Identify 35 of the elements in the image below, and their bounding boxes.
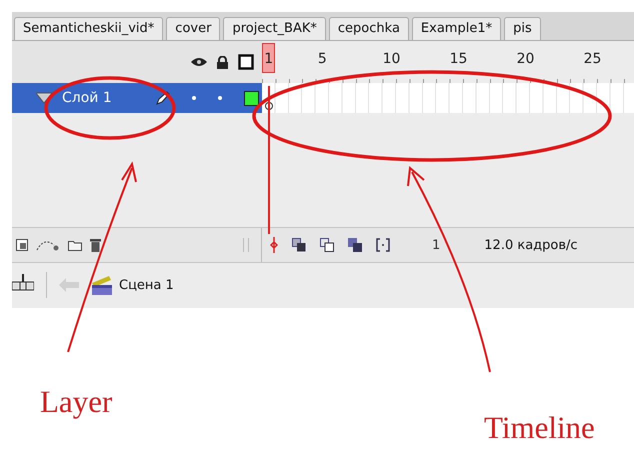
scene-link[interactable]: Сцена 1 <box>119 278 174 292</box>
clapperboard-icon[interactable] <box>91 274 113 296</box>
playhead-frame[interactable]: 1 <box>262 43 276 73</box>
layer-icon <box>36 92 52 104</box>
edit-frames-icon[interactable] <box>348 238 362 252</box>
onion-outline-icon[interactable] <box>320 238 334 252</box>
document-tab[interactable]: Example1* <box>412 17 502 40</box>
new-layer-icon[interactable] <box>16 239 28 251</box>
annotation-label: Timeline <box>484 410 595 446</box>
document-tab[interactable]: cepochka <box>328 17 409 40</box>
trash-icon[interactable] <box>90 238 101 252</box>
lock-dot[interactable] <box>218 96 222 100</box>
layer-row[interactable]: Слой 1 <box>12 83 262 113</box>
folder-icon[interactable] <box>68 240 82 250</box>
annotation-label: Layer <box>40 384 112 420</box>
lock-icon[interactable] <box>217 56 228 68</box>
current-frame: 1 <box>432 238 440 252</box>
eye-icon[interactable] <box>191 57 207 67</box>
document-tab[interactable]: pis <box>504 17 541 40</box>
center-frame-icon[interactable] <box>270 237 278 253</box>
pencil-icon <box>156 91 170 105</box>
outline-color-swatch[interactable] <box>244 90 259 106</box>
document-tab[interactable]: project_BAK* <box>223 17 326 40</box>
onion-markers-icon[interactable] <box>376 238 390 252</box>
motion-guide-icon[interactable] <box>36 239 60 251</box>
frame-rate: 12.0 кадров/с <box>484 238 578 252</box>
layer-name: Слой 1 <box>62 90 112 106</box>
resize-grip[interactable] <box>243 238 249 252</box>
frame-number: 5 <box>316 51 328 67</box>
outline-icon[interactable] <box>238 54 254 70</box>
frame-row[interactable] <box>262 83 634 113</box>
onion-skin-icon[interactable] <box>292 238 306 252</box>
document-tab[interactable]: Semanticheskii_vid* <box>14 17 164 40</box>
visibility-dot[interactable] <box>192 96 196 100</box>
document-tab[interactable]: cover <box>166 17 220 40</box>
